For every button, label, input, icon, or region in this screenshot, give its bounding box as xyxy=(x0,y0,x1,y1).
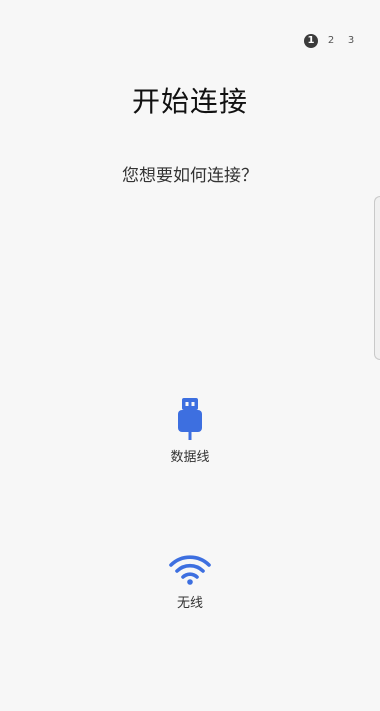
cable-option-label: 数据线 xyxy=(170,450,210,465)
step-indicator: 1 2 3 xyxy=(304,34,358,48)
cable-option-button[interactable]: 数据线 xyxy=(0,396,380,465)
step-3: 3 xyxy=(347,35,355,46)
step-2: 2 xyxy=(327,35,335,46)
connection-question: 您想要如何连接？ xyxy=(122,166,258,186)
step-1: 1 xyxy=(304,34,318,48)
page-title: 开始连接 xyxy=(131,85,248,118)
wireless-option-label: 无线 xyxy=(176,596,203,611)
usb-cable-icon xyxy=(178,398,202,440)
edge-panel-handle[interactable] xyxy=(374,196,380,360)
wifi-icon xyxy=(169,555,211,585)
wireless-option-button[interactable]: 无线 xyxy=(0,552,380,611)
